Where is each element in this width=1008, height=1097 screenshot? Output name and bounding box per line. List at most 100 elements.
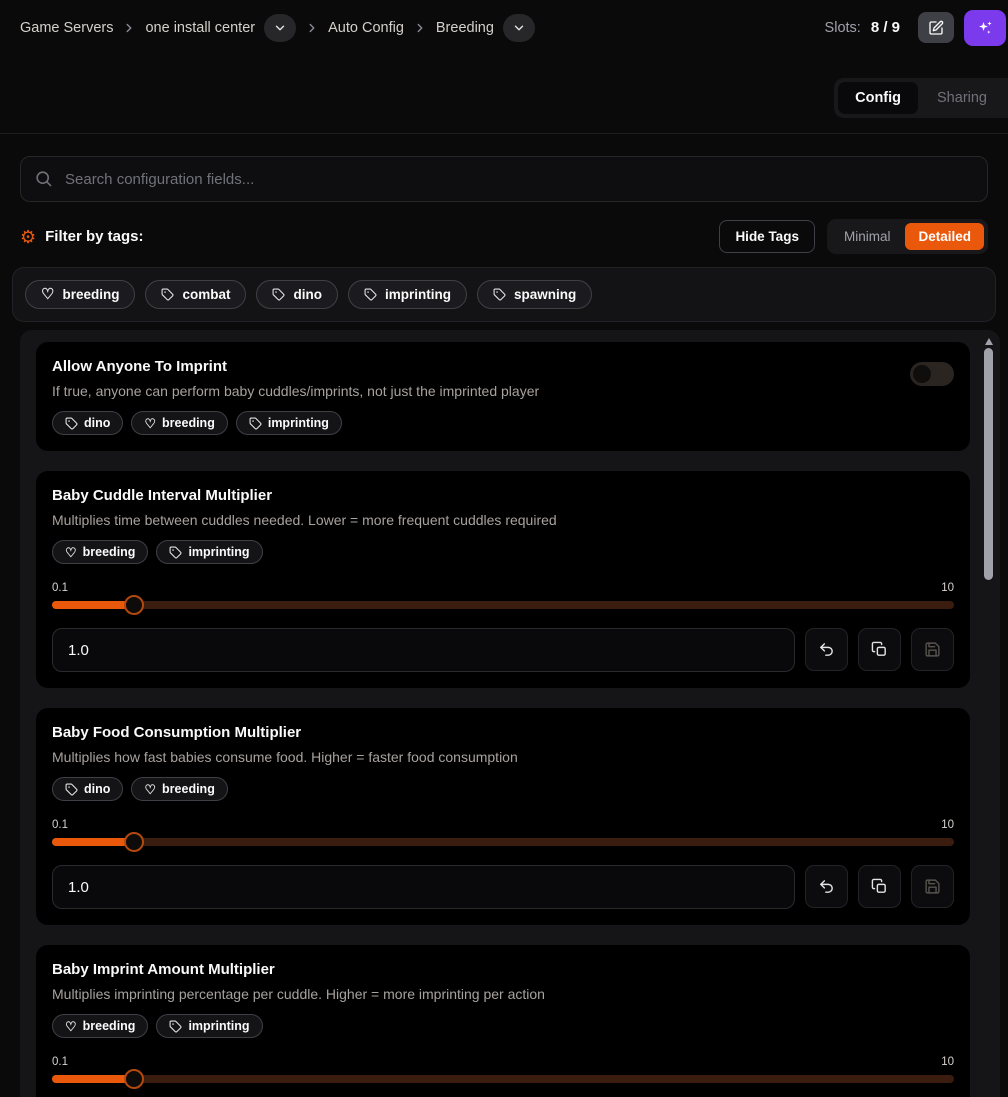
view-tabs-row: Config Sharing (0, 78, 1008, 118)
tab-sharing[interactable]: Sharing (920, 82, 1004, 114)
heart-icon: ♡ (65, 546, 77, 559)
scrollbar-up-arrow[interactable] (985, 338, 993, 345)
scrollbar-thumb[interactable] (984, 348, 993, 580)
card-tag-chip[interactable]: dino (52, 777, 123, 801)
card-tag-chip[interactable]: dino (52, 411, 123, 435)
tag-icon (169, 546, 182, 559)
filter-bar: ⚙ Filter by tags: Hide Tags Minimal Deta… (20, 219, 988, 254)
slider-max-label: 10 (941, 1056, 954, 1068)
value-slider[interactable] (52, 1075, 954, 1083)
value-input[interactable] (52, 865, 795, 909)
breadcrumb-install[interactable]: one install center (145, 20, 255, 36)
config-card: Baby Food Consumption Multiplier Multipl… (36, 708, 970, 925)
card-title: Allow Anyone To Imprint (52, 358, 539, 375)
tag-icon (161, 288, 174, 301)
card-tag-chip[interactable]: imprinting (156, 540, 262, 564)
filter-by-tags-label: Filter by tags: (45, 228, 143, 245)
copy-icon (871, 878, 888, 895)
search-bar (20, 156, 988, 202)
breadcrumb-breeding[interactable]: Breeding (436, 20, 494, 36)
save-icon (924, 641, 941, 658)
slots-label: Slots: (825, 20, 861, 36)
slider-thumb[interactable] (124, 1069, 144, 1089)
slider-min-label: 0.1 (52, 819, 68, 831)
chevron-right-icon (122, 21, 136, 35)
copy-button[interactable] (858, 865, 901, 908)
app-window: Game Servers one install center Auto Con… (0, 0, 1008, 1097)
search-icon (34, 169, 53, 193)
copy-button[interactable] (858, 628, 901, 671)
slider-max-label: 10 (941, 819, 954, 831)
breeding-dropdown-button[interactable] (503, 14, 535, 42)
slider-block: 0.1 10 (52, 819, 954, 909)
card-tag-chip[interactable]: imprinting (156, 1014, 262, 1038)
value-input[interactable] (52, 628, 795, 672)
card-tag-chip[interactable]: ♡ breeding (131, 777, 227, 801)
minimal-toggle-button[interactable]: Minimal (831, 223, 904, 250)
tag-filter-chip[interactable]: dino (256, 280, 338, 309)
sparkles-icon (976, 19, 994, 37)
slider-block: 0.1 10 (52, 1056, 954, 1097)
slider-block: 0.1 10 (52, 582, 954, 672)
hide-tags-button[interactable]: Hide Tags (719, 220, 815, 253)
edit-pencil-icon (928, 20, 944, 36)
card-tag-chip[interactable]: ♡ breeding (52, 1014, 148, 1038)
value-slider[interactable] (52, 601, 954, 609)
tag-filter-list: ♡ breeding combat dino imprinting spawni… (12, 267, 996, 322)
card-tag-list: ♡ breeding imprinting (52, 540, 557, 564)
breadcrumb-auto-config[interactable]: Auto Config (328, 20, 404, 36)
save-button[interactable] (911, 628, 954, 671)
card-tag-chip[interactable]: ♡ breeding (52, 540, 148, 564)
card-tag-chip[interactable]: imprinting (236, 411, 342, 435)
chevron-down-icon (273, 21, 287, 35)
filter-bar-right: Hide Tags Minimal Detailed (719, 219, 988, 254)
chevron-down-icon (512, 21, 526, 35)
card-description: Multiplies imprinting percentage per cud… (52, 986, 545, 1002)
detail-level-toggle: Minimal Detailed (827, 219, 988, 254)
card-description: Multiplies time between cuddles needed. … (52, 512, 557, 528)
tab-config[interactable]: Config (838, 82, 918, 114)
slider-thumb[interactable] (124, 832, 144, 852)
slider-thumb[interactable] (124, 595, 144, 615)
tag-icon (249, 417, 262, 430)
slider-fill (52, 1075, 134, 1083)
tag-icon (364, 288, 377, 301)
save-icon (924, 878, 941, 895)
tag-icon (65, 783, 78, 796)
heart-icon: ♡ (65, 1020, 77, 1033)
undo-button[interactable] (805, 865, 848, 908)
breadcrumb: Game Servers one install center Auto Con… (20, 14, 535, 42)
tag-filter-chip[interactable]: ♡ breeding (25, 280, 135, 309)
view-tab-group: Config Sharing (834, 78, 1008, 118)
config-card: Allow Anyone To Imprint If true, anyone … (36, 342, 970, 451)
search-input[interactable] (20, 156, 988, 202)
card-tag-list: dino ♡ breeding imprinting (52, 411, 539, 435)
header-divider (0, 133, 1008, 134)
card-tag-list: ♡ breeding imprinting (52, 1014, 545, 1038)
value-slider[interactable] (52, 838, 954, 846)
card-title: Baby Cuddle Interval Multiplier (52, 487, 557, 504)
tag-filter-chip[interactable]: imprinting (348, 280, 467, 309)
card-description: Multiplies how fast babies consume food.… (52, 749, 518, 765)
slider-fill (52, 838, 134, 846)
filter-bar-left: ⚙ Filter by tags: (20, 228, 144, 246)
gear-icon: ⚙ (20, 228, 36, 246)
save-button[interactable] (911, 865, 954, 908)
install-dropdown-button[interactable] (264, 14, 296, 42)
edit-button[interactable] (918, 12, 954, 43)
card-tag-chip[interactable]: ♡ breeding (131, 411, 227, 435)
copy-icon (871, 641, 888, 658)
tag-filter-chip[interactable]: spawning (477, 280, 592, 309)
slots-value: 8 / 9 (871, 19, 900, 36)
scrollbar (984, 338, 993, 1097)
breadcrumb-game-servers[interactable]: Game Servers (20, 20, 113, 36)
config-cards-panel: Allow Anyone To Imprint If true, anyone … (20, 330, 1000, 1097)
detailed-toggle-button[interactable]: Detailed (905, 223, 984, 250)
slider-min-label: 0.1 (52, 582, 68, 594)
undo-button[interactable] (805, 628, 848, 671)
ai-assistant-button[interactable] (964, 10, 1006, 46)
tag-filter-chip[interactable]: combat (145, 280, 246, 309)
config-cards-list: Allow Anyone To Imprint If true, anyone … (36, 342, 970, 1097)
chevron-right-icon (305, 21, 319, 35)
toggle-switch[interactable] (910, 362, 954, 386)
